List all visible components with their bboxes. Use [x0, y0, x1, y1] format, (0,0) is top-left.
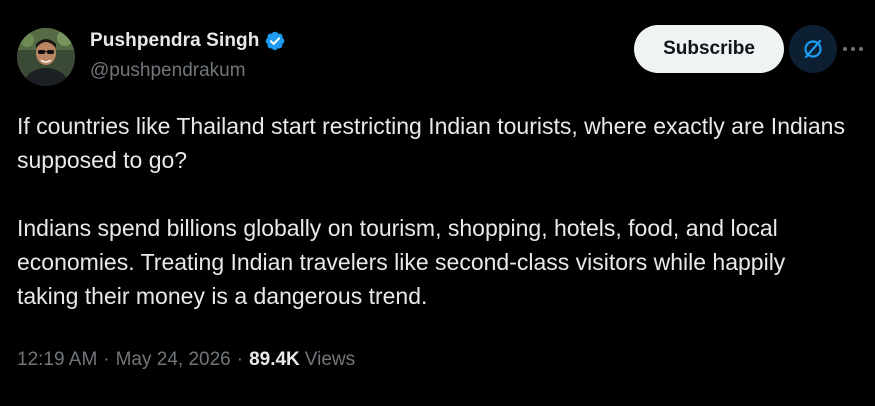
more-options-button[interactable] — [839, 37, 867, 61]
tweet-meta: 12:19 AM · May 24, 2026 · 89.4K Views — [17, 349, 355, 371]
grok-button[interactable] — [789, 25, 837, 73]
views-label: Views — [304, 349, 356, 370]
more-horizontal-icon — [843, 47, 863, 51]
display-name[interactable]: Pushpendra Singh — [90, 30, 259, 52]
tweet-date[interactable]: May 24, 2026 — [116, 349, 231, 371]
tweet-time[interactable]: 12:19 AM — [17, 349, 97, 371]
author-block: Pushpendra Singh @pushpendrakum — [90, 29, 286, 82]
meta-separator: · — [103, 349, 110, 370]
tweet-text: If countries like Thailand start restric… — [17, 109, 847, 313]
name-row: Pushpendra Singh — [90, 29, 286, 53]
grok-icon — [804, 39, 822, 59]
tweet-card: Pushpendra Singh @pushpendrakum Subscrib… — [0, 0, 875, 406]
tweet-paragraph-2: Indians spend billions globally on touri… — [17, 215, 792, 309]
verified-badge-icon[interactable] — [264, 30, 286, 52]
subscribe-button[interactable]: Subscribe — [634, 25, 784, 73]
author-handle[interactable]: @pushpendrakum — [90, 60, 286, 82]
views-count[interactable]: 89.4K — [249, 349, 300, 371]
tweet-paragraph-1: If countries like Thailand start restric… — [17, 113, 852, 173]
avatar[interactable] — [17, 28, 75, 86]
avatar-image — [17, 28, 75, 86]
meta-separator-2: · — [236, 349, 244, 370]
